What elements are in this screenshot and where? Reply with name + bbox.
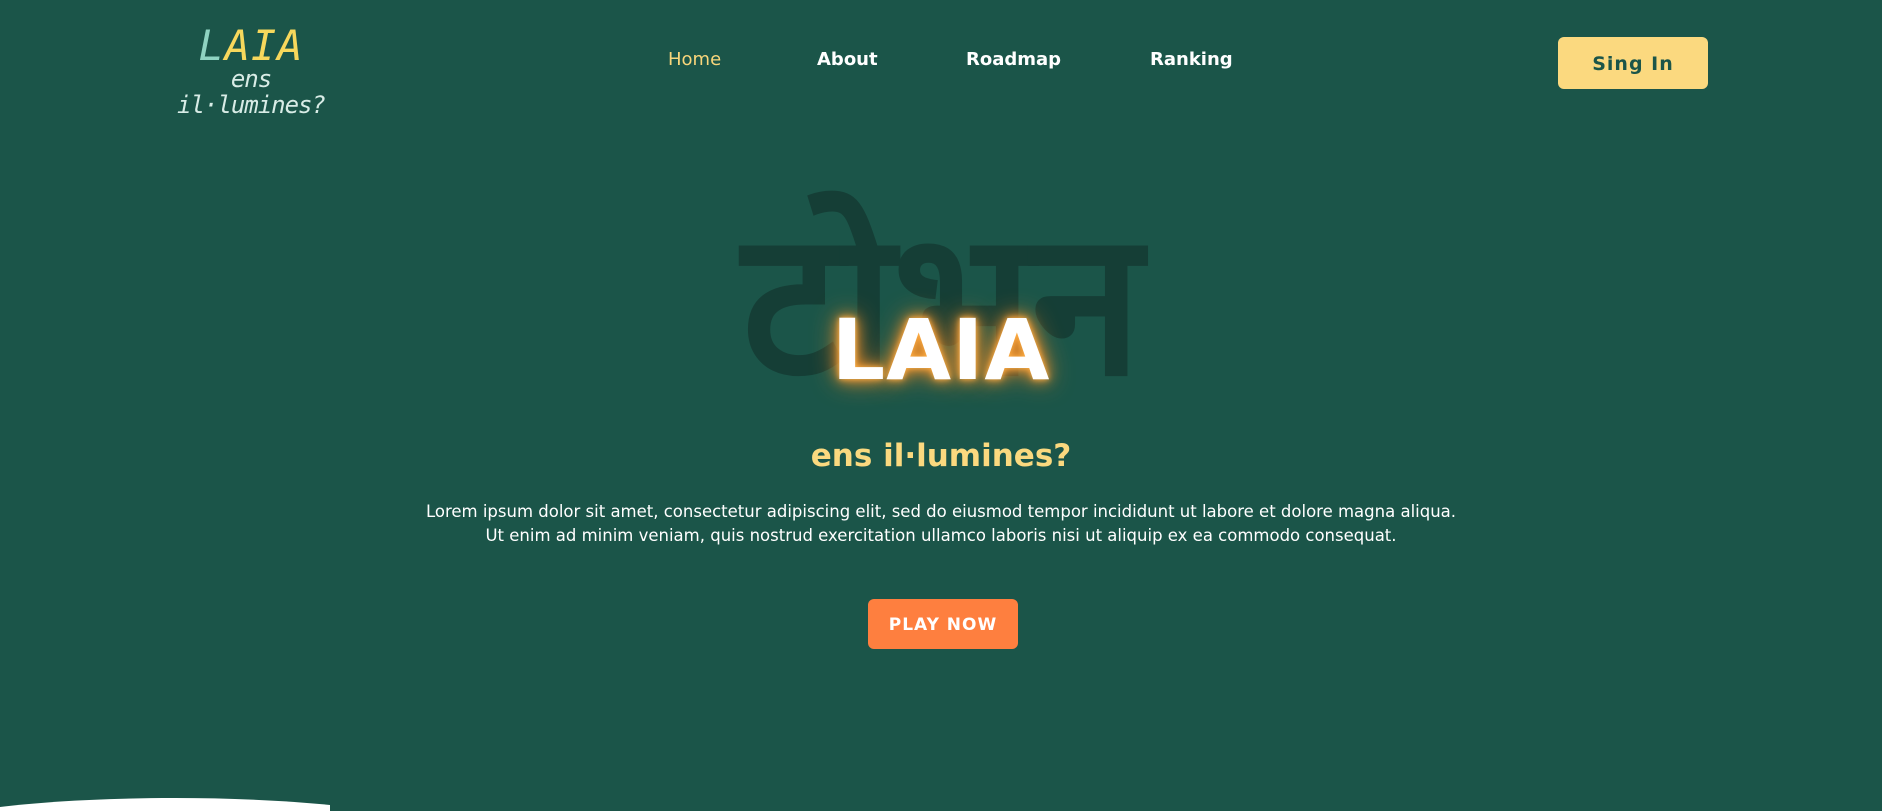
hero-description: Lorem ipsum dolor sit amet, consectetur … (0, 500, 1882, 548)
hero-title: LAIA (831, 301, 1051, 399)
nav-item-home[interactable]: Home (668, 49, 721, 70)
nav-item-ranking[interactable]: Ranking (1150, 49, 1233, 70)
nav-item-about[interactable]: About (817, 49, 878, 70)
hero-description-line-1: Lorem ipsum dolor sit amet, consectetur … (425, 502, 1457, 521)
play-now-button[interactable]: PLAY NOW (868, 599, 1018, 649)
hero-description-line-2: Ut enim ad minim veniam, quis nostrud ex… (485, 526, 1397, 545)
bottom-wave-divider (0, 798, 330, 811)
hero-subtitle: ens il·lumines? (810, 438, 1072, 474)
sign-in-button[interactable]: Sing In (1558, 37, 1708, 89)
nav-item-roadmap[interactable]: Roadmap (966, 49, 1061, 70)
